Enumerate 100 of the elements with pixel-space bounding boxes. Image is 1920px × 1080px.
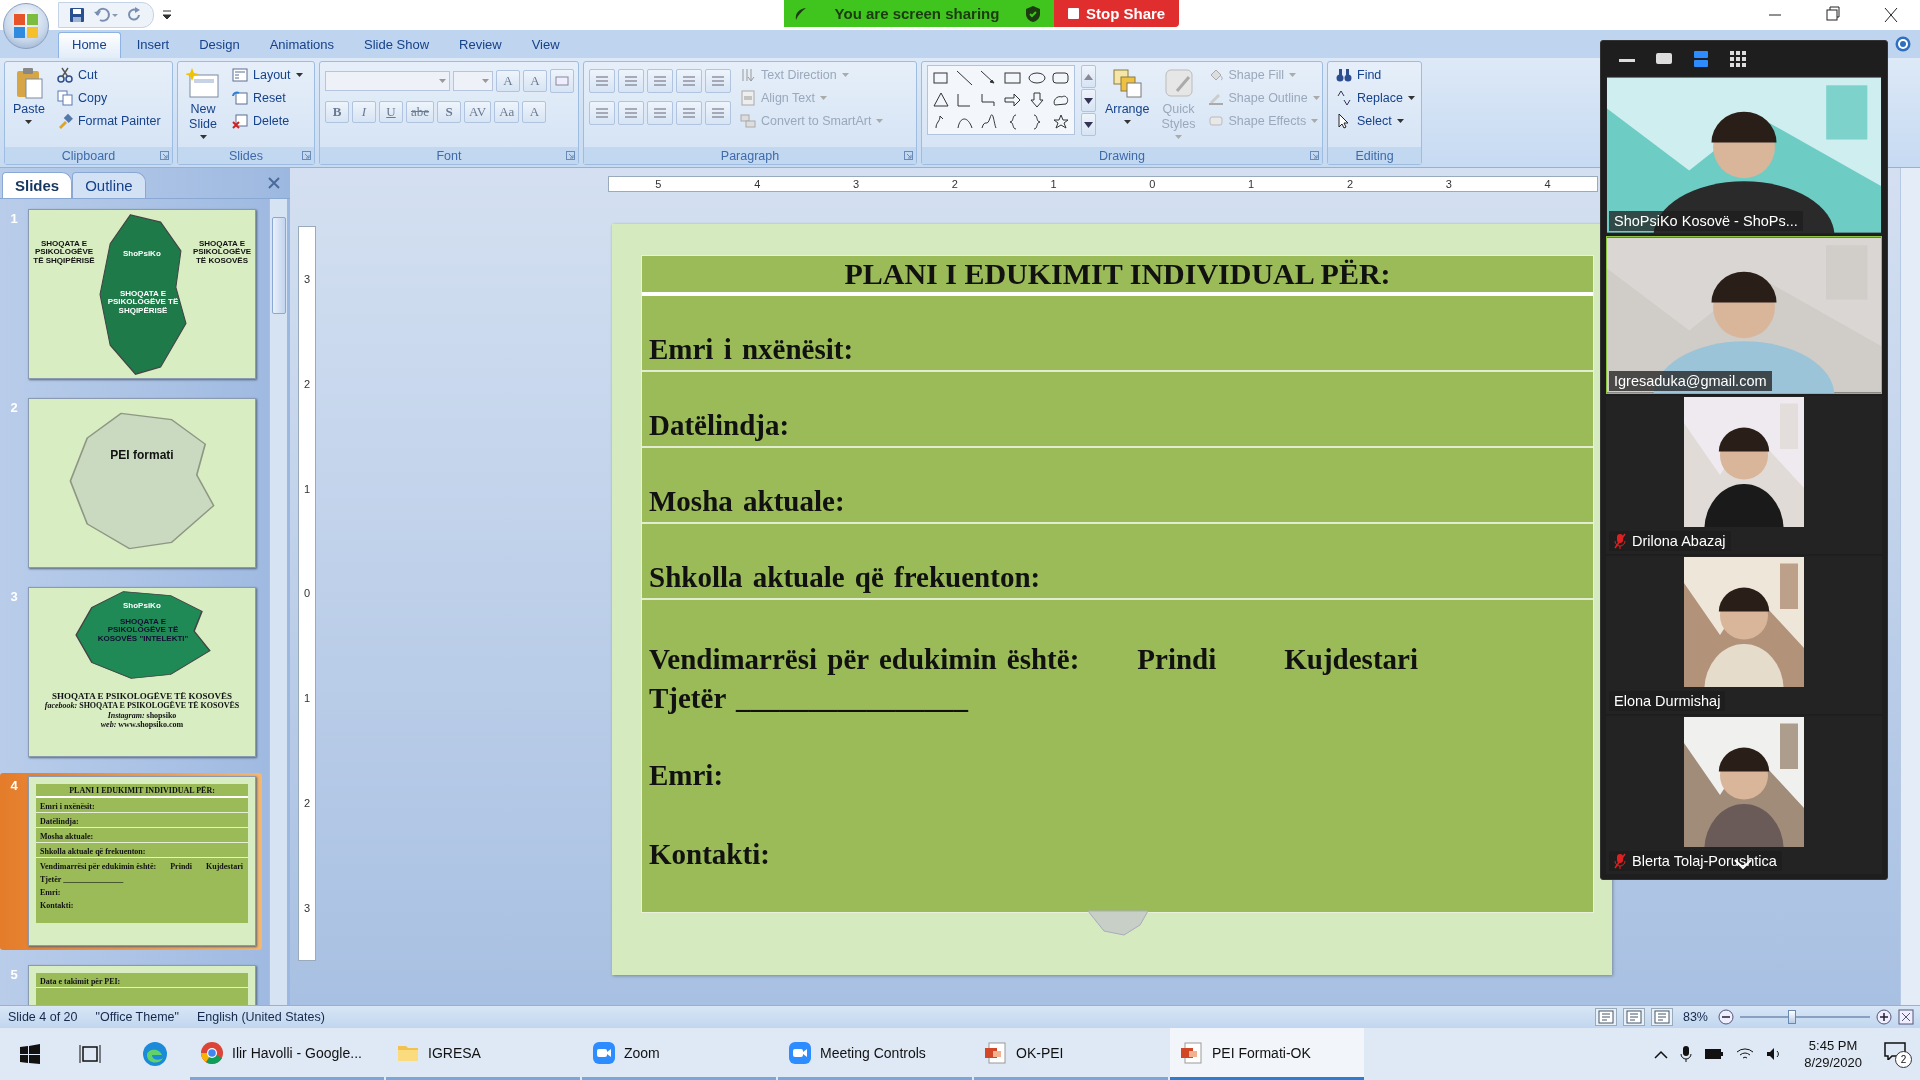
ribbon-tab[interactable]: Slide Show <box>350 32 444 58</box>
taskbar-app[interactable]: Zoom <box>582 1028 776 1080</box>
slide-sorter-icon[interactable] <box>1625 1010 1642 1024</box>
font-format-button[interactable]: S <box>437 101 462 123</box>
font-format-button[interactable]: abe <box>406 101 435 123</box>
ribbon-button[interactable]: Select <box>1333 111 1418 131</box>
video-tile[interactable]: Igresaduka@gmail.com <box>1606 236 1882 394</box>
font-size-field[interactable] <box>453 71 493 91</box>
redo-icon[interactable] <box>127 7 143 23</box>
gallery-more-button[interactable] <box>1081 113 1096 136</box>
ribbon-tab[interactable]: View <box>517 32 574 58</box>
presentation-file-icon <box>1180 1040 1204 1065</box>
video-tile[interactable]: Elona Durmishaj <box>1606 556 1882 714</box>
ribbon-button[interactable]: Format Painter <box>53 111 164 131</box>
fit-slide-icon[interactable] <box>1898 1009 1914 1025</box>
battery-icon[interactable] <box>1704 1048 1725 1060</box>
font-name-field[interactable] <box>325 71 450 91</box>
speaker-view-icon[interactable] <box>1691 48 1711 69</box>
zoom-in-icon[interactable] <box>1876 1009 1892 1025</box>
task-view-icon[interactable] <box>79 1044 101 1064</box>
freeform-shape-icon[interactable] <box>979 113 999 131</box>
font-format-button[interactable]: A <box>523 70 547 92</box>
video-tile[interactable]: Drilona Abazaj <box>1606 396 1882 554</box>
ribbon-button[interactable]: Replace <box>1333 88 1418 108</box>
video-camera-icon <box>788 1040 812 1065</box>
scrollbar[interactable] <box>1900 168 1920 1005</box>
taskbar-app[interactable]: Meeting Controls <box>778 1028 972 1080</box>
slide-show-icon[interactable] <box>1653 1010 1670 1024</box>
taskbar-app[interactable]: IGRESA <box>386 1028 580 1080</box>
ribbon-button[interactable]: New Slide <box>183 65 223 142</box>
pane-tab[interactable]: Slides <box>2 172 73 198</box>
slide-number: 1 <box>9 210 19 226</box>
office-button[interactable] <box>3 3 49 49</box>
line-shape-icon[interactable] <box>955 69 975 87</box>
slide-thumbnail[interactable]: PLANI I EDUKIMIT INDIVIDUAL PËR: Emri i nxënësit: Datëlindja: Mosha aktuale: Shkolla aktuale që frekuenton: Vendimarrësi për edukimin është: Prindi Kujdestari Tjetër _______________ Emri: Kontakti: <box>28 776 256 946</box>
gallery-scroll-down-button[interactable] <box>1081 89 1096 112</box>
ribbon-tab[interactable]: Home <box>58 32 121 58</box>
zoom-out-icon[interactable] <box>1718 1009 1734 1025</box>
chevron-up-icon[interactable] <box>1654 1049 1669 1059</box>
taskbar-app[interactable]: PEI Formati-OK <box>1170 1028 1364 1080</box>
ribbon-button[interactable]: Paste <box>10 65 48 127</box>
slider-thumb[interactable] <box>1788 1010 1796 1024</box>
rounded-rectangle-shape-icon[interactable] <box>1051 69 1071 87</box>
dialog-launcher-icon[interactable] <box>302 151 311 160</box>
scrollbar[interactable] <box>269 199 287 1005</box>
video-tile[interactable]: ShoPsiKo Kosovë - ShoPs... <box>1606 76 1882 234</box>
stop-share-button[interactable]: Stop Share <box>1054 0 1180 27</box>
microphone-icon[interactable] <box>1680 1045 1693 1063</box>
slide-thumbnail[interactable]: PEI formati <box>28 398 256 568</box>
slide-text: ShoPsiKo <box>123 602 161 611</box>
slide-thumbnail[interactable]: Data e takimit për PEI: <box>28 965 256 1005</box>
pane-tab[interactable]: Outline <box>72 172 146 198</box>
ribbon-button[interactable]: Cut <box>53 65 164 85</box>
font-format-button[interactable]: B <box>325 101 349 123</box>
chevron-down-icon[interactable] <box>1734 859 1752 869</box>
video-tile[interactable]: Blerta Tolaj-Porushtica <box>1606 716 1882 874</box>
ribbon-button[interactable]: Copy <box>53 88 164 108</box>
font-format-button[interactable]: AV <box>464 101 492 123</box>
ribbon-tab[interactable]: Insert <box>122 32 184 58</box>
windows-start-icon[interactable] <box>20 1044 40 1064</box>
notification-button[interactable]: 2 <box>1884 1042 1910 1066</box>
taskbar-app[interactable]: OK-PEI <box>974 1028 1168 1080</box>
font-format-button[interactable]: Aa <box>494 101 520 123</box>
ribbon-tab[interactable]: Design <box>185 32 254 58</box>
right-arrow-shape-icon[interactable] <box>1003 91 1023 109</box>
slide-number: 3 <box>9 588 19 604</box>
ribbon-button[interactable]: Reset <box>229 88 306 108</box>
slide-text: SHOQATA E PSIKOLOGËVE TË KOSOVËS <box>51 692 233 701</box>
edge-browser-icon[interactable] <box>142 1041 168 1067</box>
dialog-launcher-icon[interactable] <box>904 151 913 160</box>
ribbon-button[interactable]: Arrange <box>1102 65 1153 127</box>
taskbar-app[interactable]: Ilir Havolli - Google... <box>190 1028 384 1080</box>
dialog-launcher-icon[interactable] <box>566 151 575 160</box>
font-format-button[interactable]: A <box>496 70 520 92</box>
customize-toolbar-icon[interactable] <box>162 10 172 20</box>
ribbon-button[interactable]: Delete <box>229 111 306 131</box>
oval-shape-icon[interactable] <box>1027 69 1047 87</box>
font-format-button[interactable]: U <box>379 101 403 123</box>
triangle-shape-icon[interactable] <box>931 91 951 109</box>
zoom-level[interactable]: 83% <box>1682 1010 1708 1024</box>
slide-thumbnail[interactable]: ShoPsiKo SHOQATA E PSIKOLOGËVE TË KOSOVËS "INTELEKTI" SHOQATA E PSIKOLOGËVE TË KOSOVËS facebook: SHOQATA E PSIKOLOGËVE TË KOSOVËS Instagram: shopsiko web: www.shopsiko.com <box>28 587 256 757</box>
normal-view-icon[interactable] <box>1597 1010 1614 1024</box>
save-icon[interactable] <box>69 7 85 23</box>
presentation-file-icon <box>984 1040 1008 1065</box>
ribbon-button[interactable]: Layout <box>229 65 306 85</box>
dialog-launcher-icon[interactable] <box>160 151 169 160</box>
ribbon-tab[interactable]: Animations <box>255 32 348 58</box>
clock-date[interactable]: 8/29/2020 <box>1804 1055 1862 1070</box>
font-format-button[interactable]: A <box>522 101 547 123</box>
wifi-icon[interactable] <box>1736 1047 1755 1061</box>
dialog-launcher-icon[interactable] <box>1310 151 1319 160</box>
down-arrow-shape-icon[interactable] <box>1027 91 1047 109</box>
undo-icon[interactable] <box>93 7 119 23</box>
ribbon-tab[interactable]: Review <box>445 32 516 58</box>
clock-time[interactable]: 5:45 PM <box>1808 1038 1858 1053</box>
font-format-button[interactable]: I <box>352 101 376 123</box>
star-shape-icon[interactable] <box>1051 113 1071 131</box>
ribbon-button[interactable]: Find <box>1333 65 1418 85</box>
slide-thumbnail[interactable]: SHOQATA E PSIKOLOGËVE TË SHQIPËRISË SHOQATA E PSIKOLOGËVE TË KOSOVËS ShoPsiKo SHOQATA E PSIKOLOGËVE TË SHQIPËRISË <box>28 209 256 379</box>
gallery-view-icon[interactable] <box>1728 48 1748 69</box>
